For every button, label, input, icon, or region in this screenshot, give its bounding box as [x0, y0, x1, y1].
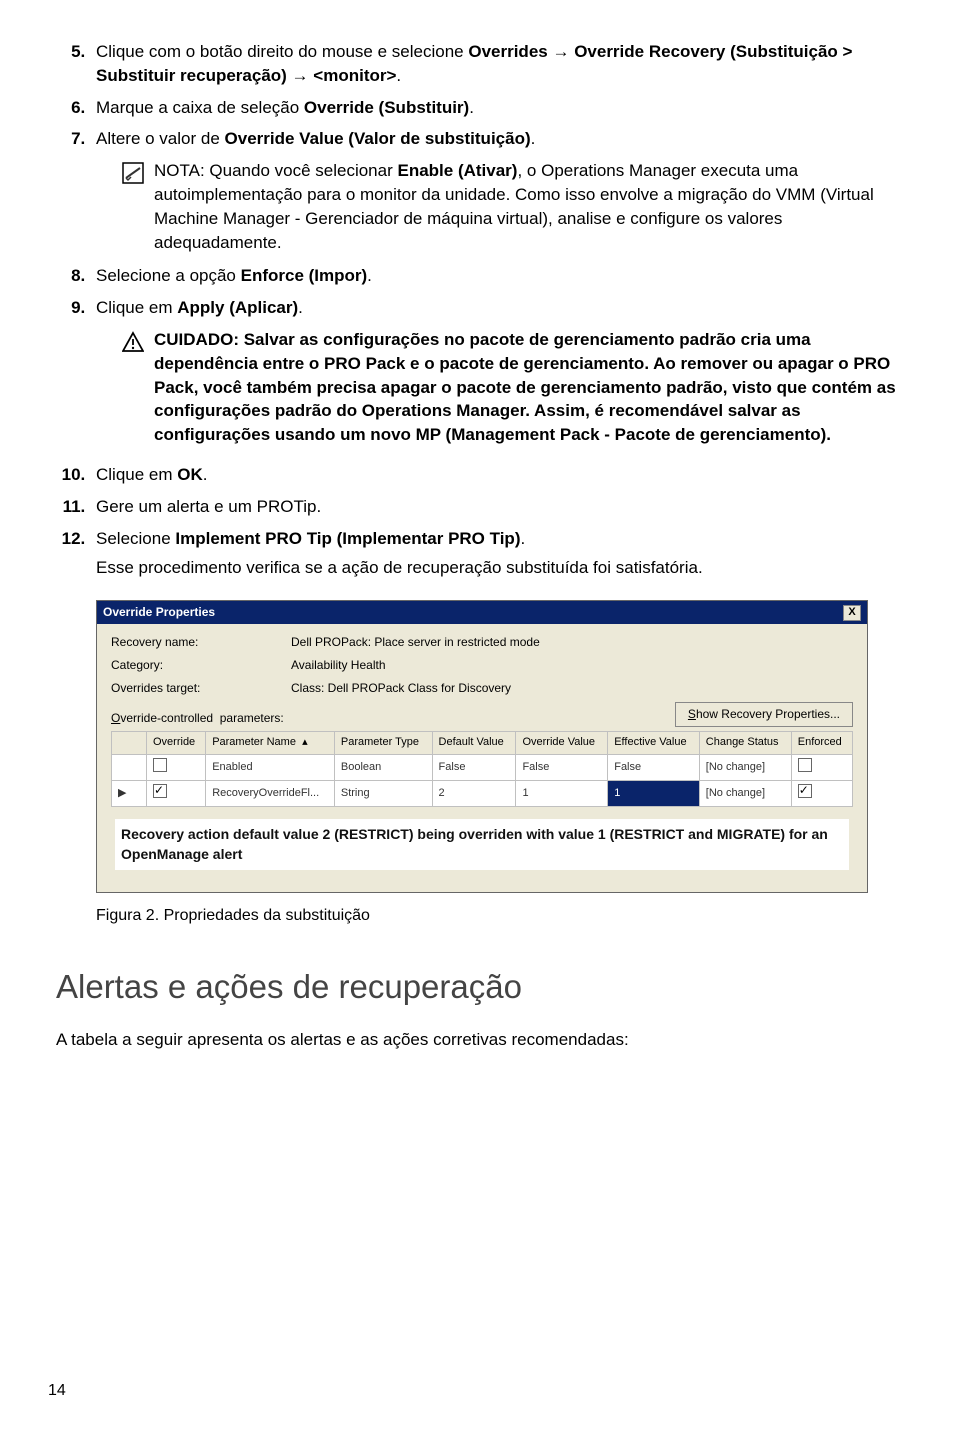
row1-override-cb[interactable]	[147, 754, 206, 780]
hdr-param-type[interactable]: Parameter Type	[334, 732, 432, 754]
step-5-b1: Overrides	[468, 42, 547, 61]
step-9-b: Apply (Aplicar)	[177, 298, 298, 317]
step-10-post: .	[203, 465, 208, 484]
page-number: 14	[48, 1380, 66, 1402]
row1-effective: False	[608, 754, 700, 780]
step-8-pre: Selecione a opção	[96, 266, 241, 285]
hdr-effective-value[interactable]: Effective Value	[608, 732, 700, 754]
step-5-post: .	[396, 66, 401, 85]
step-12-b: Implement PRO Tip (Implementar PRO Tip)	[175, 529, 520, 548]
hdr-param-name[interactable]: Parameter Name ▴	[206, 732, 335, 754]
category-value: Availability Health	[291, 657, 386, 674]
step-8-post: .	[367, 266, 372, 285]
row1-enforced-cb[interactable]	[791, 754, 852, 780]
step-9-pre: Clique em	[96, 298, 177, 317]
category-label: Category:	[111, 657, 291, 674]
row1-type: Boolean	[334, 754, 432, 780]
row2-override-value[interactable]: 1	[516, 780, 608, 806]
dialog-titlebar: Override Properties X	[97, 601, 867, 624]
hdr-pointer	[112, 732, 147, 754]
row2-enforced-cb[interactable]	[791, 780, 852, 806]
row2-name: RecoveryOverrideFl...	[206, 780, 335, 806]
row2-type: String	[334, 780, 432, 806]
step-7: Altere o valor de Override Value (Valor …	[90, 127, 904, 254]
step-10: Clique em OK.	[90, 463, 904, 487]
dialog-body: Recovery name: Dell PROPack: Place serve…	[97, 624, 867, 893]
step-11: Gere um alerta e um PROTip.	[90, 495, 904, 519]
row2-change: [No change]	[699, 780, 791, 806]
row2-pointer: ▶	[112, 780, 147, 806]
step-8: Selecione a opção Enforce (Impor).	[90, 264, 904, 288]
recovery-name-value: Dell PROPack: Place server in restricted…	[291, 634, 540, 651]
note-icon	[122, 162, 144, 184]
caution-icon	[122, 331, 144, 353]
note-block: NOTA: Quando você selecionar Enable (Ati…	[122, 159, 904, 254]
step-9: Clique em Apply (Aplicar). CUIDADO: Salv…	[90, 296, 904, 447]
override-caption: Recovery action default value 2 (RESTRIC…	[115, 819, 849, 870]
row2-override-cb[interactable]	[147, 780, 206, 806]
dialog-close-button[interactable]: X	[843, 605, 861, 621]
section-body: A tabela a seguir apresenta os alertas e…	[56, 1028, 904, 1052]
step-7-pre: Altere o valor de	[96, 129, 225, 148]
section-title: Alertas e ações de recuperação	[56, 964, 904, 1010]
override-properties-dialog: Override Properties X Recovery name: Del…	[96, 600, 868, 893]
step-6-b: Override (Substituir)	[304, 98, 469, 117]
recovery-name-label: Recovery name:	[111, 634, 291, 651]
step-7-post: .	[531, 129, 536, 148]
show-recovery-properties-button[interactable]: Show Recovery Properties...	[675, 702, 853, 727]
caution-block: CUIDADO: Salvar as configurações no paco…	[122, 328, 904, 447]
step-10-pre: Clique em	[96, 465, 177, 484]
row1-name: Enabled	[206, 754, 335, 780]
table-header-row: Override Parameter Name ▴ Parameter Type…	[112, 732, 853, 754]
row2-default: 2	[432, 780, 516, 806]
step-7-b: Override Value (Valor de substituição)	[225, 129, 531, 148]
override-controlled-label: Override-controlled parameters:	[111, 710, 284, 727]
note-content: NOTA: Quando você selecionar Enable (Ati…	[154, 161, 874, 251]
dlg-controlled-row: Override-controlled parameters: Show Rec…	[111, 702, 853, 727]
step-12-sub: Esse procedimento verifica se a ação de …	[96, 556, 904, 580]
row1-override-value: False	[516, 754, 608, 780]
step-9-post: .	[298, 298, 303, 317]
dlg-row-overrides-target: Overrides target: Class: Dell PROPack Cl…	[111, 680, 853, 697]
dialog-title-text: Override Properties	[103, 604, 215, 621]
note-text: NOTA: Quando você selecionar Enable (Ati…	[154, 159, 904, 254]
step-6-post: .	[469, 98, 474, 117]
row1-change: [No change]	[699, 754, 791, 780]
override-parameters-table: Override Parameter Name ▴ Parameter Type…	[111, 731, 853, 807]
steps-list-10-12: Clique em OK. Gere um alerta e um PROTip…	[56, 463, 904, 580]
hdr-change-status[interactable]: Change Status	[699, 732, 791, 754]
hdr-override-value[interactable]: Override Value	[516, 732, 608, 754]
step-10-b: OK	[177, 465, 203, 484]
step-12-pre: Selecione	[96, 529, 175, 548]
step-5-arrow2: →	[287, 66, 313, 85]
steps-list-5-9: Clique com o botão direito do mouse e se…	[56, 40, 904, 447]
dlg-row-category: Category: Availability Health	[111, 657, 853, 674]
row1-pointer	[112, 754, 147, 780]
step-6-pre: Marque a caixa de seleção	[96, 98, 304, 117]
step-5-b3: <monitor>	[313, 66, 396, 85]
step-12: Selecione Implement PRO Tip (Implementar…	[90, 527, 904, 581]
overrides-target-value: Class: Dell PROPack Class for Discovery	[291, 680, 511, 697]
step-5-text: Clique com o botão direito do mouse e se…	[96, 42, 468, 61]
page: Clique com o botão direito do mouse e se…	[0, 0, 960, 1442]
hdr-override[interactable]: Override	[147, 732, 206, 754]
caution-text: CUIDADO: Salvar as configurações no paco…	[154, 328, 904, 447]
row1-default: False	[432, 754, 516, 780]
overrides-target-label: Overrides target:	[111, 680, 291, 697]
hdr-default-value[interactable]: Default Value	[432, 732, 516, 754]
step-12-post: .	[520, 529, 525, 548]
table-row-enabled: Enabled Boolean False False False [No ch…	[112, 754, 853, 780]
step-5: Clique com o botão direito do mouse e se…	[90, 40, 904, 88]
step-5-arrow1: →	[548, 42, 574, 61]
step-6: Marque a caixa de seleção Override (Subs…	[90, 96, 904, 120]
row2-effective: 1	[608, 780, 700, 806]
table-row-recoveryoverride: ▶ RecoveryOverrideFl... String 2 1 1 [No…	[112, 780, 853, 806]
figure-caption: Figura 2. Propriedades da substituição	[96, 905, 904, 927]
dlg-row-recovery-name: Recovery name: Dell PROPack: Place serve…	[111, 634, 853, 651]
step-8-b: Enforce (Impor)	[241, 266, 368, 285]
hdr-enforced[interactable]: Enforced	[791, 732, 852, 754]
